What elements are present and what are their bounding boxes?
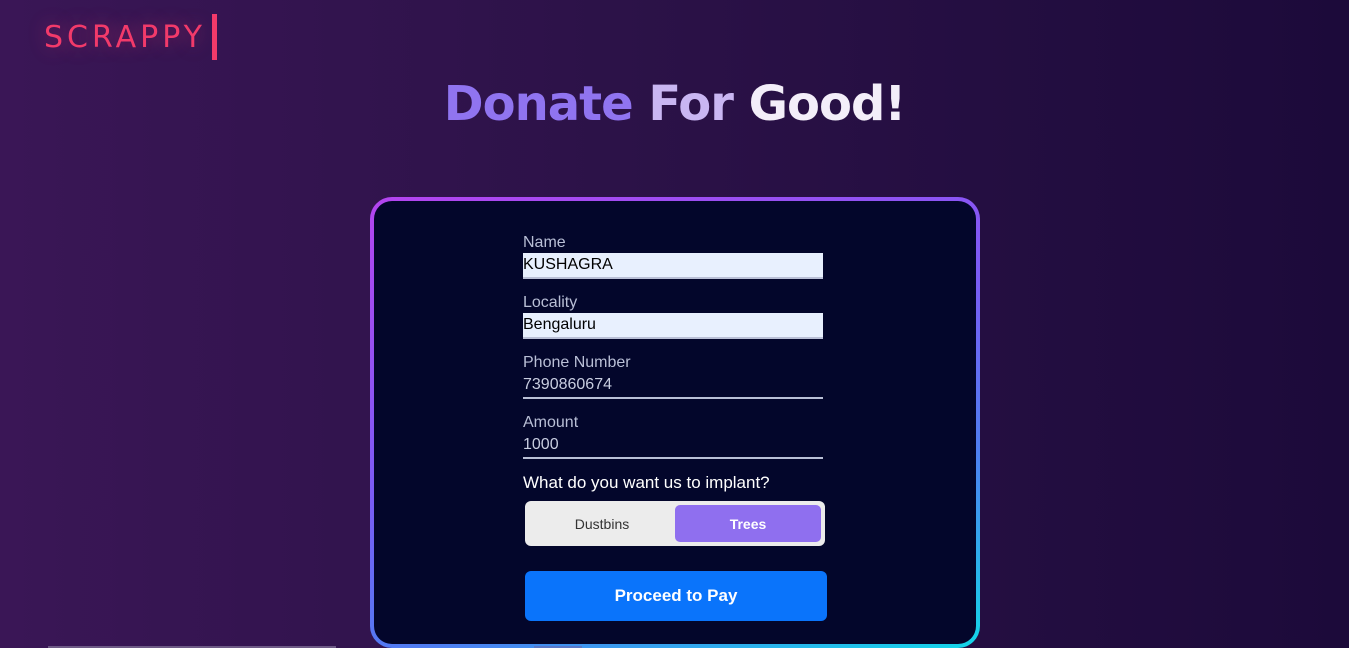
donation-card-border: Name Locality Phone Number Amount What d… [370,197,980,648]
amount-field-group: Amount [523,413,823,459]
phone-field-group: Phone Number [523,353,823,399]
toggle-option-dustbins[interactable]: Dustbins [529,505,675,542]
brand-name: SCRAPPY [44,19,206,55]
locality-input[interactable] [523,313,823,339]
name-field-group: Name [523,233,823,279]
brand-logo[interactable]: SCRAPPY [44,14,217,60]
donation-form-card: Name Locality Phone Number Amount What d… [374,201,976,644]
page-title-word-2: For [648,76,733,132]
amount-input[interactable] [523,433,823,459]
phone-input[interactable] [523,373,823,399]
page-title: Donate For Good! [0,76,1349,132]
page-title-word-1: Donate [443,76,634,132]
proceed-to-pay-button[interactable]: Proceed to Pay [525,571,827,621]
name-label: Name [523,234,566,251]
cursor-bar-icon [212,14,217,60]
locality-field-group: Locality [523,293,823,339]
name-input[interactable] [523,253,823,279]
page-title-word-3: Good! [748,76,907,132]
amount-label: Amount [523,414,579,431]
phone-label: Phone Number [523,354,631,371]
implant-toggle: Dustbins Trees [525,501,825,546]
locality-label: Locality [523,294,578,311]
toggle-option-trees[interactable]: Trees [675,505,821,542]
implant-question: What do you want us to implant? [523,473,770,492]
